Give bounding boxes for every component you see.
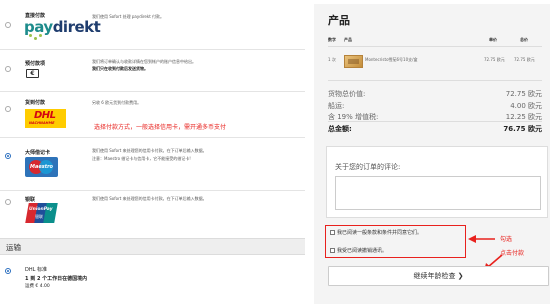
dhl-nachnahme-logo: DHL NACHNAHME [25,109,66,128]
dhl-logo-subtext: NACHNAHME [29,121,55,125]
payment-name: 货到付款 [25,100,46,106]
unionpay-logo-subtext: 银联 [35,214,43,219]
paydirekt-radio[interactable] [5,22,11,28]
summary-label-shipping: 船运: [328,102,345,110]
unionpay-logo-text: UnionPay [29,207,53,212]
payment-desc: 我们将订单确认与收款详情在您到帐户的账户信息中给出。 [92,59,196,64]
item-qty: 1 次 [328,57,336,62]
summary-label-goods: 货物总价值: [328,90,366,98]
maestro-logo-text: Maestro [29,164,53,170]
payment-name: 大师借记卡 [25,150,51,156]
continue-age-check-button[interactable]: 继续年龄检查 ❯ [328,266,549,286]
comment-label: 关于您的订单的评论: [335,163,401,171]
payment-option-paydirekt[interactable]: 直接付款 paydirekt 我们使用 Sofort 处理 paydirekt … [0,0,305,50]
terms-checkbox-label: 我已阅读一般条款和条件并同意它们。 [337,230,423,236]
summary-value-total: 76.75 欧元 [503,125,542,133]
payment-desc: 注意：Maestro 借记卡与信用卡，它不能接受的借记卡! [92,156,191,161]
comment-textarea[interactable] [335,176,541,210]
withdrawal-checkbox-row[interactable]: 我受已阅读撤销通讯。 [330,247,387,254]
shipping-radio-selected[interactable] [5,268,11,274]
col-header-qty: 数字 [328,37,336,42]
col-header-unit: 单价 [489,37,497,42]
payment-desc: 我们使用 Sofort 来处理您的信用卡付款。在下订单后输入数据。 [92,148,207,153]
unionpay-logo: UnionPay 银联 [25,203,58,223]
payment-desc: 我们使用 Sofort 处理 paydirekt 付款。 [92,14,165,19]
payment-name: 预付款项 [25,61,46,67]
product-thumbnail [344,55,363,68]
annotation-check-text: 勾选 [500,236,513,243]
payment-name: 银联 [25,197,36,203]
terms-checkbox[interactable] [330,230,335,235]
payment-methods-column: 直接付款 paydirekt 我们使用 Sofort 处理 paydirekt … [0,0,305,304]
unionpay-radio[interactable] [5,199,11,205]
item-name: Montecristo雪茄6号10支/盒 [365,57,418,62]
summary-value-shipping: 4.00 欧元 [510,102,542,110]
payment-desc: 我们使用 Sofort 来处理您的信用卡付款。在下订单后输入数据。 [92,196,207,201]
payment-option-prepayment[interactable]: 预付款项 我们将订单确认与收款详情在您到帐户的账户信息中给出。 我们只在收到付款… [0,50,305,92]
col-header-product: 产品 [344,37,352,42]
payment-desc: 另收 6 欧元货到付款费用。 [92,100,142,105]
cod-radio[interactable] [5,106,11,112]
order-comment-box: 关于您的订单的评论: [326,146,548,218]
annotation-arrow-left-icon [468,235,495,243]
divider [328,80,542,81]
shipping-eta: 1 到 2 个工作日在德国境内 [25,276,88,282]
summary-label-total: 总金额: [328,125,352,133]
withdrawal-checkbox[interactable] [330,248,335,253]
divider [328,46,542,47]
order-summary-column: 产品 数字 产品 单价 总价 1 次 Montecristo雪茄6号10支/盒 … [314,0,554,304]
maestro-radio-selected[interactable] [5,153,11,159]
annotation-payment-note: 选择付款方式，一般选择信用卡，需开通多币支付 [94,124,227,131]
item-unit-price: 72.75 欧元 [484,57,505,62]
shipping-fee: 运费 € 4.00 [25,284,50,289]
terms-checkbox-row[interactable]: 我已阅读一般条款和条件并同意它们。 [330,229,422,236]
dhl-logo-text: DHL [34,110,56,121]
prepayment-radio[interactable] [5,66,11,72]
shipping-section-header: 运输 [0,238,305,255]
col-header-total: 总价 [520,37,528,42]
maestro-logo: Maestro [25,157,58,177]
paydirekt-dots-icon [29,34,43,40]
cash-icon: € [26,69,39,78]
payment-desc-bold-text: 我们只在收到付款后发送货物。 [92,66,148,71]
item-total-price: 72.75 欧元 [514,57,535,62]
divider [328,121,542,122]
shipping-title: 运输 [6,243,21,252]
payment-desc-bold: 我们只在收到付款后发送货物。 [92,65,148,72]
order-summary-panel: 产品 数字 产品 单价 总价 1 次 Montecristo雪茄6号10支/盒 … [314,4,550,304]
paydirekt-logo-text-direkt: direkt [52,18,101,36]
summary-value-goods: 72.75 欧元 [505,90,542,98]
withdrawal-checkbox-label: 我受已阅读撤销通讯。 [337,248,388,254]
order-title: 产品 [328,14,350,27]
shipping-method: DHL 标准 [25,267,47,273]
